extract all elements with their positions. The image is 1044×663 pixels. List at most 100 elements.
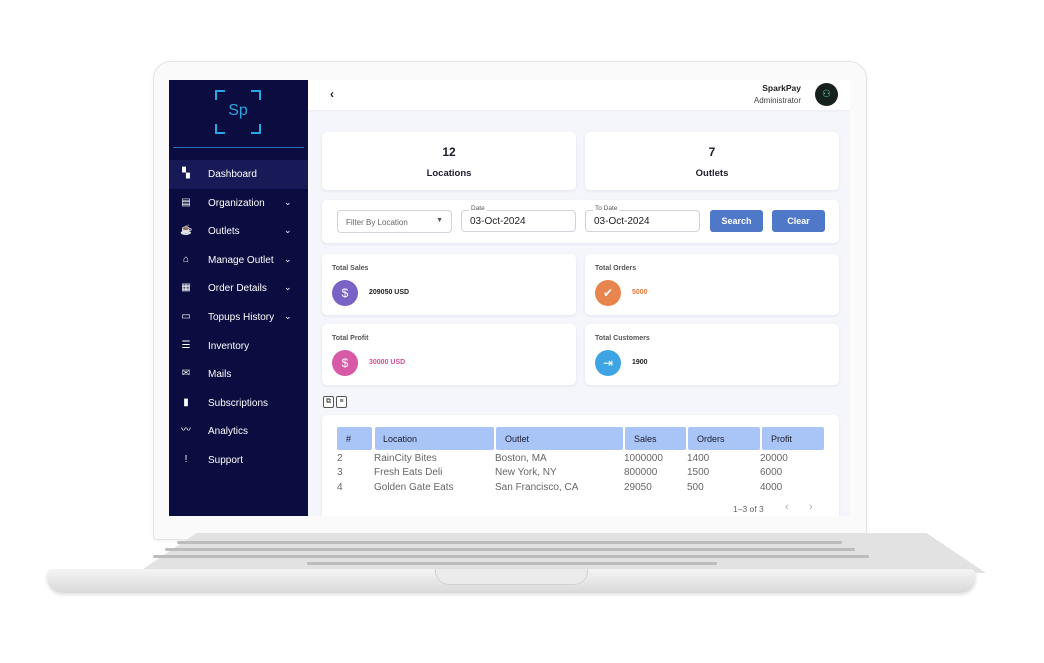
column-header-label: Outlet <box>505 434 530 444</box>
sidebar-item-outlets[interactable]: ☕ Outlets ⌄ <box>169 217 308 246</box>
sidebar-item-mails[interactable]: ✉ Mails <box>169 360 308 389</box>
outlets-count: 7 <box>708 145 716 159</box>
column-header-index[interactable]: # <box>337 427 372 450</box>
top-header: ‹ SparkPay Administrator ⚇ <box>308 80 850 110</box>
logo-corner <box>215 90 225 100</box>
sidebar-item-label: Manage Outlet <box>208 254 274 266</box>
to-date-label: To Date <box>593 205 620 212</box>
filter-bar: Filter By Location ▼ Date 03-Oct-2024 To… <box>322 200 839 243</box>
sidebar-item-label: Analytics <box>208 426 249 438</box>
table-row[interactable]: 4 Golden Gate Eats San Francisco, CA 290… <box>337 482 850 496</box>
document-icon[interactable]: ≡ <box>336 396 347 408</box>
chevron-down-icon[interactable]: ⌄ <box>284 225 292 236</box>
locations-label: Locations <box>426 168 472 179</box>
calendar-export-icon: ⇥ <box>595 350 621 376</box>
dashboard-icon: ▚ <box>182 168 190 179</box>
sidebar-item-label: Organization <box>208 197 265 209</box>
store-icon: ⌂ <box>182 253 190 265</box>
inventory-icon: ☰ <box>181 339 191 351</box>
column-header-location[interactable]: Location <box>375 427 494 450</box>
cell-location: RainCity Bites <box>374 453 437 464</box>
cell-profit: 4000 <box>760 482 783 493</box>
cell-sales: 800000 <box>624 467 658 478</box>
cell-outlet: San Francisco, CA <box>495 482 579 493</box>
sidebar-item-order-details[interactable]: ▦ Order Details ⌄ <box>169 274 308 303</box>
sidebar-item-label: Mails <box>208 369 232 381</box>
sidebar-item-label: Inventory <box>208 340 250 352</box>
clear-button[interactable]: Clear <box>772 210 825 232</box>
keyboard-spacebar <box>307 562 717 565</box>
sidebar-item-manage-outlet[interactable]: ⌂ Manage Outlet ⌄ <box>169 246 308 275</box>
next-page-icon[interactable]: › <box>809 501 813 513</box>
column-header-label: Profit <box>771 434 793 444</box>
sidebar-item-subscriptions[interactable]: ▮ Subscriptions <box>169 389 308 418</box>
to-date-input[interactable]: To Date 03-Oct-2024 <box>585 205 700 232</box>
column-header-label: # <box>346 434 352 444</box>
chevron-down-icon[interactable]: ⌄ <box>284 311 292 322</box>
laptop-base <box>47 533 986 595</box>
user-name: SparkPay <box>762 83 801 93</box>
sidebar-item-analytics[interactable]: 〰 Analytics <box>169 417 308 446</box>
sidebar-item-organization[interactable]: ▤ Organization ⌄ <box>169 189 308 218</box>
search-button[interactable]: Search <box>710 210 763 232</box>
sidebar: Sp ▚ Dashboard ▤ Organization ⌄ ☕ Outlets ⌄ ⌂ Man… <box>169 80 308 516</box>
chevron-down-icon[interactable]: ⌄ <box>284 197 292 208</box>
column-header-outlet[interactable]: Outlet <box>496 427 623 450</box>
total-sales-title: Total Sales <box>332 265 369 272</box>
sparkpay-logo[interactable]: Sp <box>215 90 261 134</box>
column-header-orders[interactable]: Orders <box>688 427 760 450</box>
column-header-label: Orders <box>697 434 725 444</box>
table-row[interactable]: 2 RainCity Bites Boston, MA 1000000 1400… <box>337 453 850 467</box>
cell-orders: 500 <box>687 482 704 493</box>
app-screen: Sp ▚ Dashboard ▤ Organization ⌄ ☕ Outlets ⌄ ⌂ Man… <box>169 80 850 516</box>
back-button[interactable]: ‹ <box>330 87 334 101</box>
dollar-coin-icon: $ <box>332 280 358 306</box>
locations-card: 12 Locations <box>322 132 576 190</box>
date-label: Date <box>469 205 487 212</box>
cell-index: 4 <box>337 482 343 493</box>
total-orders-card: Total Orders ✔ 5000 <box>585 254 839 315</box>
cell-profit: 6000 <box>760 467 783 478</box>
total-profit-card: Total Profit $ 30000 USD <box>322 324 576 385</box>
sidebar-item-label: Support <box>208 454 244 466</box>
total-profit-title: Total Profit <box>332 335 369 342</box>
cell-index: 2 <box>337 453 343 464</box>
subscription-icon: ▮ <box>183 396 189 408</box>
sidebar-item-support[interactable]: ! Support <box>169 446 308 475</box>
copy-icon[interactable]: ⧉ <box>323 396 334 408</box>
sidebar-item-label: Topups History <box>208 311 275 323</box>
location-filter-select[interactable]: Filter By Location ▼ <box>337 210 452 233</box>
date-input[interactable]: Date 03-Oct-2024 <box>461 205 576 232</box>
total-customers-title: Total Customers <box>595 335 650 342</box>
keyboard-row <box>165 548 855 551</box>
sidebar-item-label: Subscriptions <box>208 397 269 409</box>
sidebar-item-topups-history[interactable]: ▭ Topups History ⌄ <box>169 303 308 332</box>
table-row[interactable]: 3 Fresh Eats Deli New York, NY 800000 15… <box>337 467 850 481</box>
shopping-bag-icon: ✔ <box>595 280 621 306</box>
sidebar-item-label: Outlets <box>208 226 240 238</box>
chevron-down-icon[interactable]: ⌄ <box>284 282 292 293</box>
cell-orders: 1500 <box>687 467 710 478</box>
cell-sales: 1000000 <box>624 453 663 464</box>
column-header-label: Location <box>383 434 418 444</box>
prev-page-icon[interactable]: ‹ <box>785 501 789 513</box>
cell-index: 3 <box>337 467 343 478</box>
pagination-range: 1–3 of 3 <box>733 504 764 514</box>
sidebar-nav: ▚ Dashboard ▤ Organization ⌄ ☕ Outlets ⌄ ⌂ Manage… <box>169 160 308 475</box>
date-value: 03-Oct-2024 <box>470 216 526 227</box>
laptop-keyboard-deck <box>137 533 986 573</box>
user-avatar-icon[interactable]: ⚇ <box>815 83 838 106</box>
column-header-profit[interactable]: Profit <box>762 427 824 450</box>
column-header-sales[interactable]: Sales <box>625 427 686 450</box>
profit-badge-icon: $ <box>332 350 358 376</box>
dropdown-arrow-icon: ▼ <box>436 217 443 224</box>
total-customers-card: Total Customers ⇥ 1900 <box>585 324 839 385</box>
sidebar-item-inventory[interactable]: ☰ Inventory <box>169 332 308 361</box>
receipt-icon: ▦ <box>181 282 191 294</box>
cup-icon: ☕ <box>180 225 193 237</box>
column-header-label: Sales <box>634 434 657 444</box>
sidebar-item-dashboard[interactable]: ▚ Dashboard <box>169 160 308 189</box>
total-profit-value: 30000 USD <box>369 359 406 366</box>
chevron-down-icon[interactable]: ⌄ <box>284 254 292 265</box>
total-orders-title: Total Orders <box>595 265 637 272</box>
